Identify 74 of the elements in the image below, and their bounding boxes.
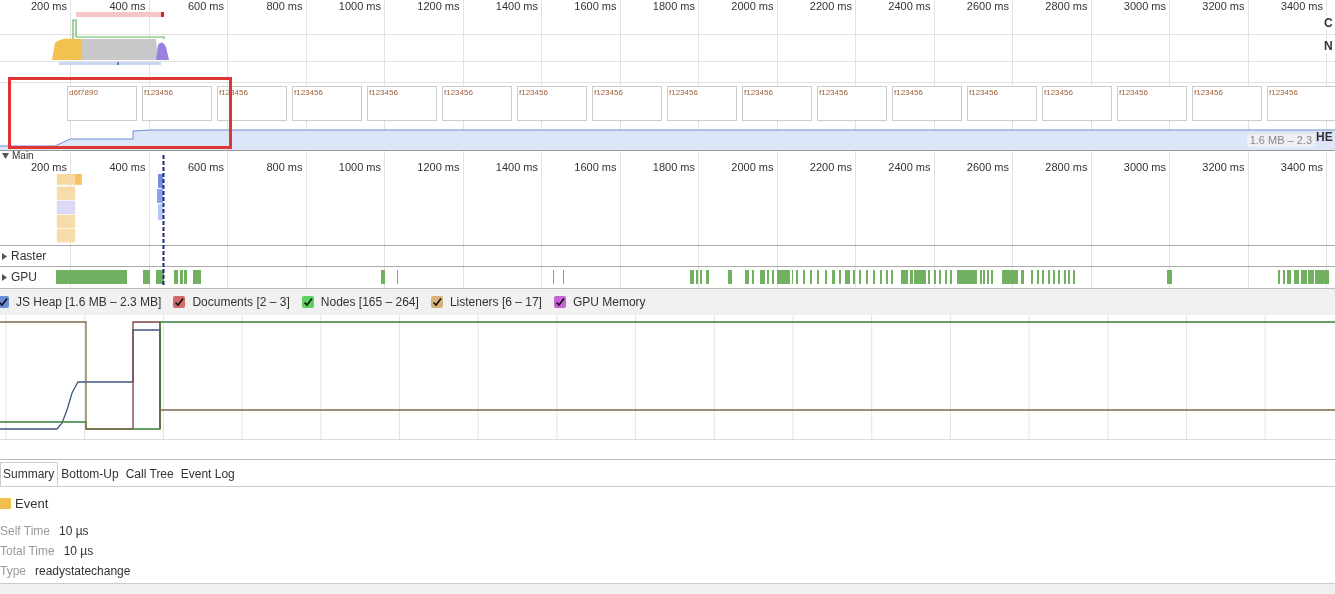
time-tick-label: 3200 ms [1202, 161, 1245, 173]
tab[interactable]: Event Log [177, 462, 239, 486]
track-label: C [1324, 16, 1333, 30]
screenshot-frame[interactable]: f123456 [742, 86, 812, 121]
screenshot-frame[interactable]: f123456 [442, 86, 512, 121]
time-tick-label: 1400 ms [495, 0, 538, 12]
screenshot-frame[interactable]: f123456 [592, 86, 662, 121]
flame-chart-drawing [156, 174, 166, 222]
time-tick-label: 2400 ms [888, 0, 931, 12]
time-tick-label: 1400 ms [495, 161, 538, 173]
counter-checkbox[interactable]: GPU Memory [553, 295, 646, 309]
counter-checkbox[interactable]: Documents [2 – 3] [173, 295, 290, 309]
detail-value: 10 µs [59, 524, 89, 538]
screenshot-frame[interactable]: d6f7890 [67, 86, 137, 121]
time-tick-label: 1000 ms [338, 0, 381, 12]
detail-value: 10 µs [63, 544, 94, 558]
time-tick-label: 600 ms [187, 0, 224, 12]
time-tick-label: 1600 ms [574, 161, 617, 173]
time-tick-label: 1200 ms [417, 161, 460, 173]
screenshot-frame[interactable]: f123456 [367, 86, 437, 121]
time-tick-label: 2400 ms [888, 161, 931, 173]
time-tick-label: 1200 ms [417, 0, 460, 12]
time-tick-label: 400 ms [109, 161, 146, 173]
counter-checkbox[interactable]: Nodes [165 – 264] [301, 295, 419, 309]
screenshot-frame[interactable]: f123456 [1192, 86, 1262, 121]
time-tick-label: 1600 ms [574, 0, 617, 12]
time-tick-label: 3000 ms [1123, 0, 1166, 12]
track-label: N [1324, 39, 1333, 53]
time-tick-label: 3400 ms [1280, 161, 1323, 173]
detail-label: Self Time [0, 524, 50, 538]
track-label: HE [1316, 130, 1333, 144]
screenshot-frame[interactable]: f123456 [967, 86, 1037, 121]
detail-value: readystatechange [35, 564, 131, 578]
time-tick-label: 2200 ms [809, 0, 852, 12]
time-tick-label: 3200 ms [1202, 0, 1245, 12]
track-toggle[interactable]: Raster [2, 249, 47, 263]
time-tick-label: 3000 ms [1123, 161, 1166, 173]
screenshot-frame[interactable]: f123456 [1042, 86, 1112, 121]
time-tick-label: 400 ms [109, 0, 146, 12]
screenshot-frame[interactable]: f123456 [1267, 86, 1335, 121]
tab[interactable]: Summary [0, 462, 59, 486]
time-tick-label: 800 ms [266, 161, 303, 173]
screenshot-frame[interactable]: f123456 [292, 86, 362, 121]
heap-range-label: 1.6 MB – 2.3 [1246, 134, 1315, 147]
main-track-toggle[interactable]: Main [2, 151, 34, 161]
screenshot-frame[interactable]: f123456 [517, 86, 587, 121]
time-tick-label: 1800 ms [652, 161, 695, 173]
screenshot-frame[interactable]: f123456 [142, 86, 212, 121]
screenshot-frame[interactable]: f123456 [892, 86, 962, 121]
track-toggle[interactable]: GPU [2, 270, 37, 284]
time-tick-label: 2600 ms [966, 0, 1009, 12]
detail-label: Total Time [0, 544, 55, 558]
screenshot-frame[interactable]: f123456 [667, 86, 737, 121]
time-tick-label: 2000 ms [731, 0, 774, 12]
time-tick-label: 600 ms [187, 161, 224, 173]
tab[interactable]: Call Tree [122, 462, 178, 486]
time-tick-label: 800 ms [266, 0, 303, 12]
time-tick-label: 200 ms [30, 0, 67, 12]
time-tick-label: 1000 ms [338, 161, 381, 173]
time-tick-label: 2600 ms [966, 161, 1009, 173]
counter-checkbox[interactable]: Listeners [6 – 17] [430, 295, 542, 309]
screenshot-frame[interactable]: f123456 [817, 86, 887, 121]
time-tick-label: 2800 ms [1045, 0, 1088, 12]
tab[interactable]: Bottom-Up [58, 462, 123, 486]
time-tick-label: 1800 ms [652, 0, 695, 12]
time-tick-label: 2200 ms [809, 161, 852, 173]
time-tick-label: 2800 ms [1045, 161, 1088, 173]
counter-checkbox[interactable]: JS Heap [1.6 MB – 2.3 MB] [0, 295, 162, 309]
time-tick-label: 200 ms [30, 161, 67, 173]
event-title: Event [15, 496, 49, 511]
time-tick-label: 3400 ms [1280, 0, 1323, 12]
detail-label: Type [0, 564, 26, 578]
screenshot-frame[interactable]: f123456 [1117, 86, 1187, 121]
time-tick-label: 2000 ms [731, 161, 774, 173]
